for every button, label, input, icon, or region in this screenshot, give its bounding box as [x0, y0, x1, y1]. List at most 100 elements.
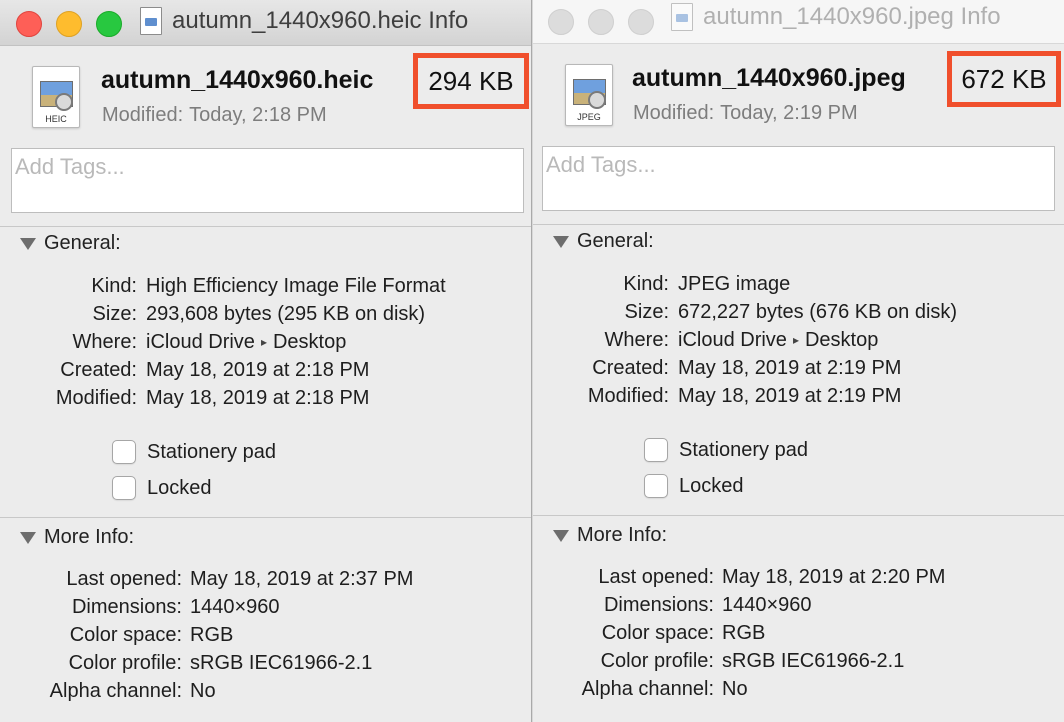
- document-proxy-icon[interactable]: [671, 3, 693, 31]
- header-modified-value: Today, 2:19 PM: [720, 102, 858, 124]
- general-section-header[interactable]: General:: [20, 232, 121, 255]
- modified-value: May 18, 2019 at 2:18 PM: [146, 387, 370, 409]
- file-icon-ext: JPEG: [577, 112, 601, 122]
- last-opened-value: May 18, 2019 at 2:37 PM: [190, 568, 414, 590]
- checkbox-box[interactable]: [112, 476, 136, 500]
- kind-label: Kind:: [91, 275, 137, 297]
- image-file-icon[interactable]: JPEG: [565, 64, 613, 126]
- where-label: Where:: [72, 331, 137, 353]
- more-info-section-header[interactable]: More Info:: [553, 524, 667, 547]
- tags-field[interactable]: Add Tags...: [542, 146, 1055, 211]
- checkbox-box[interactable]: [644, 474, 668, 498]
- color-space-value: RGB: [190, 624, 234, 646]
- divider: [0, 517, 531, 518]
- general-section-title: General:: [44, 232, 121, 254]
- last-opened-value: May 18, 2019 at 2:20 PM: [722, 566, 946, 588]
- disclosure-triangle-icon[interactable]: [553, 235, 569, 248]
- checkbox-box[interactable]: [112, 440, 136, 464]
- more-info-section-title: More Info:: [577, 524, 668, 546]
- modified-label: Modified:: [587, 385, 669, 407]
- created-label: Created:: [592, 357, 669, 379]
- stationery-pad-label: Stationery pad: [679, 438, 808, 461]
- header-modified-label: Modified:: [102, 104, 184, 126]
- zoom-button[interactable]: [96, 11, 122, 37]
- size-value: 293,608 bytes (295 KB on disk): [146, 303, 426, 325]
- kind-value: High Efficiency Image File Format: [146, 275, 446, 297]
- header-modified-value: Today, 2:18 PM: [189, 104, 327, 126]
- color-profile-label: Color profile:: [600, 650, 714, 672]
- file-size-highlight: 672 KB: [947, 51, 1061, 107]
- color-space-label: Color space:: [601, 622, 714, 644]
- where-location: iCloud Drive: [146, 331, 255, 353]
- stationery-pad-checkbox[interactable]: Stationery pad: [112, 440, 276, 464]
- file-icon-ext: HEIC: [45, 114, 67, 124]
- modified-label: Modified:: [55, 387, 137, 409]
- divider: [533, 224, 1064, 225]
- locked-checkbox[interactable]: Locked: [112, 476, 212, 500]
- created-value: May 18, 2019 at 2:19 PM: [678, 357, 902, 379]
- zoom-button[interactable]: [628, 9, 654, 35]
- checkbox-box[interactable]: [644, 438, 668, 462]
- header-modified: Modified: Today, 2:19 PM: [633, 102, 858, 125]
- created-label: Created:: [60, 359, 137, 381]
- where-value: iCloud Drive ▸ Desktop: [146, 331, 346, 354]
- title-bar[interactable]: autumn_1440x960.heic Info: [0, 0, 531, 46]
- close-button[interactable]: [548, 9, 574, 35]
- file-name: autumn_1440x960.heic: [101, 66, 374, 94]
- color-space-value: RGB: [722, 622, 766, 644]
- tags-field[interactable]: Add Tags...: [11, 148, 524, 213]
- file-size-highlight: 294 KB: [413, 53, 529, 109]
- where-folder: Desktop: [804, 329, 879, 351]
- locked-checkbox[interactable]: Locked: [644, 474, 744, 498]
- alpha-channel-label: Alpha channel:: [581, 678, 714, 700]
- more-info-section-header[interactable]: More Info:: [20, 526, 134, 549]
- info-window-heic: autumn_1440x960.heic Info HEIC autumn_14…: [0, 0, 532, 722]
- kind-label: Kind:: [623, 273, 669, 295]
- header-modified-label: Modified:: [633, 102, 715, 124]
- alpha-channel-label: Alpha channel:: [49, 680, 182, 702]
- general-section-header[interactable]: General:: [553, 230, 654, 253]
- disclosure-triangle-icon[interactable]: [553, 529, 569, 542]
- file-name: autumn_1440x960.jpeg: [632, 64, 906, 92]
- modified-value: May 18, 2019 at 2:19 PM: [678, 385, 902, 407]
- last-opened-label: Last opened:: [598, 566, 714, 588]
- locked-label: Locked: [679, 474, 744, 497]
- title-bar[interactable]: autumn_1440x960.jpeg Info: [533, 0, 1064, 44]
- image-file-icon[interactable]: HEIC: [32, 66, 80, 128]
- color-profile-value: sRGB IEC61966-2.1: [190, 652, 373, 674]
- kind-value: JPEG image: [678, 273, 791, 295]
- divider: [533, 515, 1064, 516]
- color-profile-label: Color profile:: [68, 652, 182, 674]
- size-value: 672,227 bytes (676 KB on disk): [678, 301, 958, 323]
- color-space-label: Color space:: [69, 624, 182, 646]
- size-label: Size:: [624, 301, 669, 323]
- general-section-title: General:: [577, 230, 654, 252]
- minimize-button[interactable]: [588, 9, 614, 35]
- where-folder: Desktop: [272, 331, 347, 353]
- stationery-pad-label: Stationery pad: [147, 440, 276, 463]
- window-title: autumn_1440x960.heic Info: [172, 7, 469, 34]
- disclosure-triangle-icon[interactable]: [20, 531, 36, 544]
- disclosure-triangle-icon[interactable]: [20, 237, 36, 250]
- where-label: Where:: [604, 329, 669, 351]
- stationery-pad-checkbox[interactable]: Stationery pad: [644, 438, 808, 462]
- divider: [0, 226, 531, 227]
- size-label: Size:: [92, 303, 137, 325]
- dimensions-value: 1440×960: [722, 594, 812, 616]
- window-title: autumn_1440x960.jpeg Info: [703, 3, 1001, 30]
- where-location: iCloud Drive: [678, 329, 787, 351]
- path-separator-icon: ▸: [260, 335, 267, 349]
- header-modified: Modified: Today, 2:18 PM: [102, 104, 327, 127]
- alpha-channel-value: No: [722, 678, 748, 700]
- close-button[interactable]: [16, 11, 42, 37]
- document-proxy-icon[interactable]: [140, 7, 162, 35]
- dimensions-label: Dimensions:: [603, 594, 714, 616]
- minimize-button[interactable]: [56, 11, 82, 37]
- alpha-channel-value: No: [190, 680, 216, 702]
- created-value: May 18, 2019 at 2:18 PM: [146, 359, 370, 381]
- path-separator-icon: ▸: [792, 333, 799, 347]
- where-value: iCloud Drive ▸ Desktop: [678, 329, 878, 352]
- last-opened-label: Last opened:: [66, 568, 182, 590]
- more-info-section-title: More Info:: [44, 526, 135, 548]
- info-window-jpeg: autumn_1440x960.jpeg Info JPEG autumn_14…: [533, 0, 1064, 722]
